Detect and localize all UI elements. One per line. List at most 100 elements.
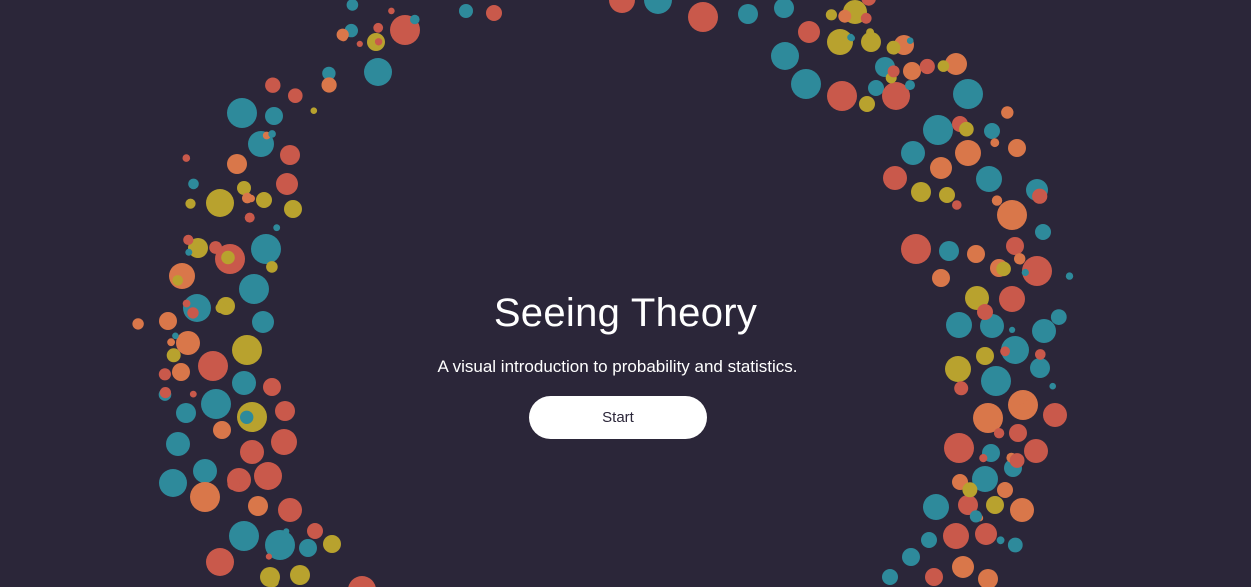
- decorative-bubble: [978, 569, 998, 587]
- decorative-bubble: [1006, 237, 1024, 255]
- decorative-bubble: [227, 154, 247, 174]
- decorative-bubble: [486, 5, 502, 21]
- decorative-bubble: [860, 12, 872, 24]
- decorative-bubble: [227, 98, 257, 128]
- decorative-bubble: [977, 304, 993, 320]
- decorative-bubble: [159, 469, 187, 497]
- decorative-bubble: [946, 312, 972, 338]
- decorative-bubble: [275, 401, 295, 421]
- decorative-bubble: [267, 576, 279, 587]
- decorative-bubble: [883, 166, 907, 190]
- decorative-bubble: [954, 381, 969, 396]
- decorative-bubble: [240, 410, 254, 424]
- decorative-bubble: [459, 4, 473, 18]
- decorative-bubble: [201, 389, 231, 419]
- decorative-bubble: [868, 80, 884, 96]
- decorative-bubble: [1012, 391, 1027, 405]
- decorative-bubble: [265, 77, 281, 93]
- decorative-bubble: [825, 9, 838, 21]
- decorative-bubble: [268, 130, 276, 138]
- decorative-bubble: [132, 318, 144, 330]
- decorative-bubble: [239, 274, 269, 304]
- decorative-bubble: [221, 250, 235, 265]
- decorative-bubble: [996, 536, 1005, 545]
- decorative-bubble: [209, 241, 223, 254]
- decorative-bubble: [997, 200, 1027, 230]
- decorative-bubble: [1014, 253, 1026, 265]
- decorative-bubble: [962, 482, 978, 498]
- decorative-bubble: [999, 286, 1025, 312]
- decorative-bubble: [774, 0, 794, 18]
- decorative-bubble: [1008, 139, 1026, 157]
- decorative-bubble: [169, 263, 195, 289]
- decorative-bubble: [229, 521, 259, 551]
- decorative-bubble: [206, 189, 234, 217]
- decorative-bubble: [266, 261, 278, 273]
- decorative-bubble: [738, 4, 758, 24]
- decorative-bubble: [944, 433, 974, 463]
- decorative-bubble: [251, 234, 281, 264]
- decorative-bubble: [193, 459, 217, 483]
- decorative-bubble: [1050, 309, 1067, 325]
- decorative-bubble: [945, 356, 971, 382]
- decorative-bubble: [939, 241, 959, 261]
- decorative-bubble: [1032, 188, 1048, 204]
- decorative-bubble: [979, 454, 988, 463]
- decorative-bubble: [984, 123, 1000, 139]
- decorative-bubble: [346, 0, 359, 11]
- decorative-bubble: [213, 421, 231, 439]
- decorative-bubble: [886, 40, 901, 55]
- decorative-bubble: [232, 371, 256, 395]
- start-button[interactable]: Start: [529, 396, 707, 439]
- decorative-bubble: [198, 351, 228, 381]
- decorative-bubble: [176, 403, 196, 423]
- decorative-bubble: [932, 269, 950, 287]
- decorative-bubble: [990, 138, 1000, 148]
- decorative-bubble: [955, 140, 981, 166]
- decorative-bubble: [1021, 268, 1029, 277]
- decorative-bubble: [791, 69, 821, 99]
- decorative-bubble: [981, 366, 1011, 396]
- decorative-bubble: [356, 40, 363, 48]
- decorative-bubble: [244, 212, 255, 223]
- decorative-bubble: [921, 532, 937, 548]
- decorative-bubble: [176, 331, 200, 355]
- bubble-ring-decoration: [132, 0, 1074, 587]
- decorative-bubble: [986, 496, 1004, 514]
- decorative-bubble: [993, 428, 1005, 439]
- decorative-bubble: [410, 14, 420, 25]
- decorative-bubble: [887, 65, 900, 78]
- decorative-bubble: [866, 28, 875, 37]
- decorative-bubble: [166, 432, 190, 456]
- decorative-bubble: [284, 200, 302, 218]
- decorative-bubble: [859, 96, 875, 112]
- decorative-bubble: [185, 248, 193, 256]
- decorative-bubble: [1043, 403, 1067, 427]
- decorative-bubble: [166, 348, 181, 363]
- decorative-bubble: [925, 568, 943, 586]
- decorative-bubble: [838, 9, 852, 23]
- decorative-bubble: [901, 234, 931, 264]
- decorative-bubble: [939, 187, 955, 203]
- decorative-bubble: [1007, 537, 1023, 553]
- decorative-bubble: [288, 88, 303, 103]
- decorative-bubble: [240, 440, 264, 464]
- decorative-bubble: [182, 154, 191, 162]
- decorative-bubble: [167, 338, 176, 347]
- decorative-bubble: [310, 107, 318, 114]
- decorative-bubble: [183, 294, 211, 322]
- decorative-bubble: [847, 33, 855, 41]
- decorative-bubble: [348, 576, 376, 587]
- decorative-bubble: [172, 363, 190, 381]
- decorative-bubble: [321, 77, 337, 93]
- decorative-bubble: [975, 523, 997, 545]
- decorative-bubble: [609, 0, 635, 13]
- decorative-bubble: [373, 22, 384, 33]
- decorative-bubble: [278, 498, 302, 522]
- decorative-bubble: [906, 37, 914, 44]
- decorative-bubble: [969, 510, 983, 523]
- decorative-bubble: [172, 275, 183, 286]
- decorative-bubble: [959, 121, 974, 137]
- decorative-bubble: [283, 528, 290, 535]
- decorative-bubble: [967, 245, 985, 263]
